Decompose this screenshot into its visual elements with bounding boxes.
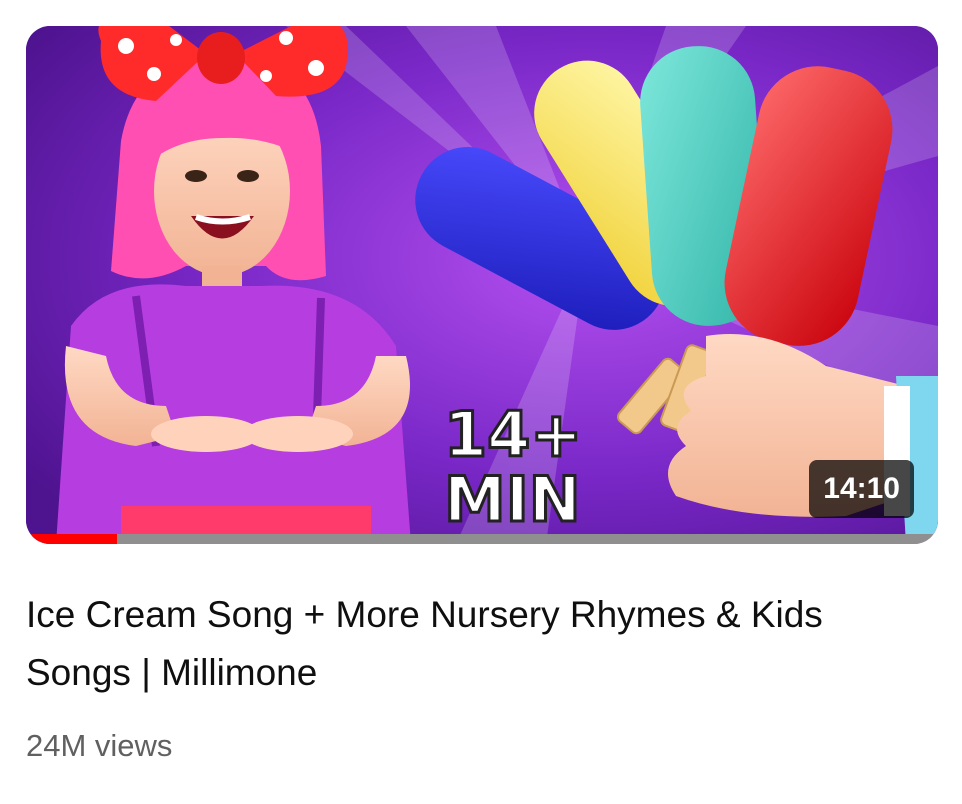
video-title[interactable]: Ice Cream Song + More Nursery Rhymes & K… <box>26 586 906 702</box>
watch-progress-fill <box>26 534 118 544</box>
duration-badge: 14:10 <box>809 460 914 518</box>
video-card[interactable]: 14+ MIN 14:10 Ice Cream Song + More Nurs… <box>0 0 962 804</box>
watch-progress-bar <box>26 534 938 544</box>
thumbnail-overlay-line2: MIN <box>444 463 581 536</box>
video-thumbnail[interactable]: 14+ MIN 14:10 <box>26 26 938 544</box>
thumbnail-image: 14+ MIN <box>26 26 938 544</box>
view-count: 24M views <box>26 728 173 763</box>
thumbnail-overlay-line1: 14+ <box>444 398 582 471</box>
